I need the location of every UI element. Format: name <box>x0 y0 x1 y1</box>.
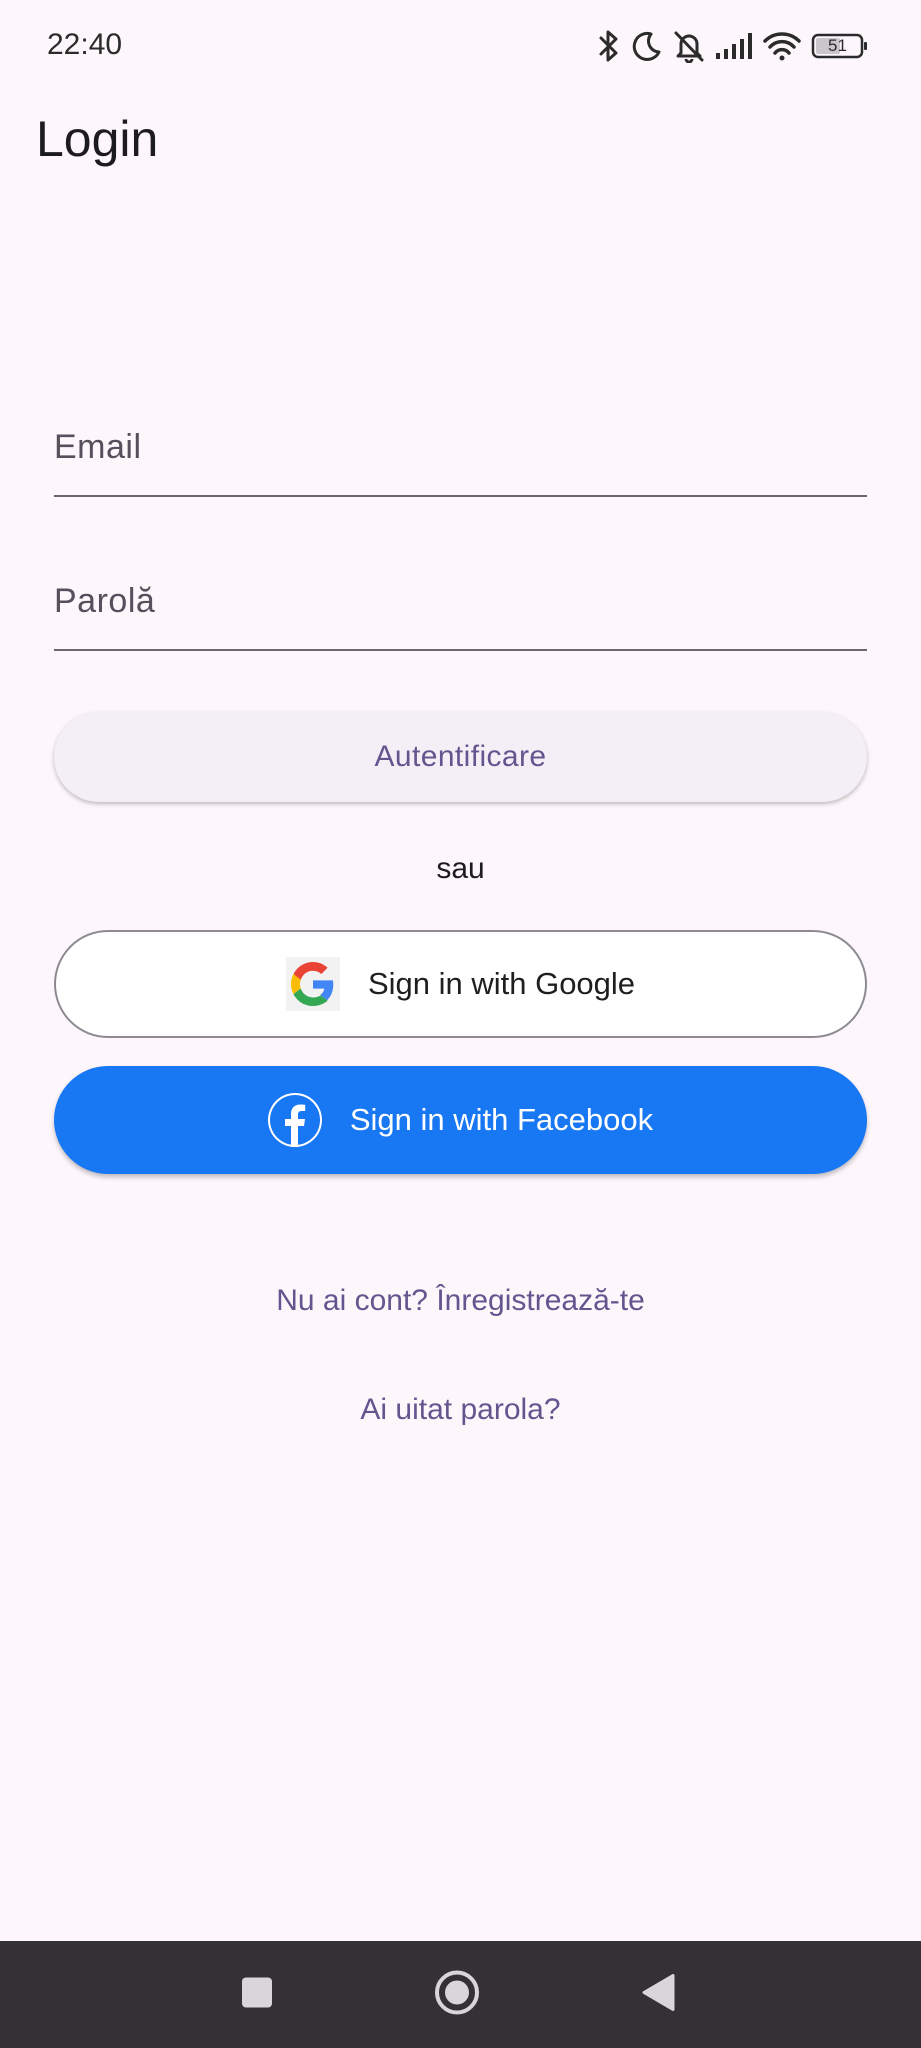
register-link[interactable]: Nu ai cont? Înregistrează-te <box>0 1284 921 1318</box>
bell-off-icon <box>673 29 705 63</box>
back-button[interactable] <box>640 1972 676 2017</box>
login-screen: 22:40 51 Login Email Autentificare sau S… <box>0 0 921 2048</box>
facebook-signin-button[interactable]: Sign in with Facebook <box>54 1066 867 1174</box>
battery-icon: 51 <box>811 32 869 60</box>
google-signin-button[interactable]: Sign in with Google <box>54 930 867 1038</box>
status-icons: 51 <box>597 26 869 66</box>
home-icon <box>433 1968 481 2021</box>
login-button[interactable]: Autentificare <box>54 712 867 802</box>
wifi-icon <box>763 31 801 61</box>
forgot-password-link[interactable]: Ai uitat parola? <box>0 1393 921 1427</box>
google-icon <box>285 957 340 1011</box>
signal-icon <box>715 32 753 60</box>
facebook-icon <box>267 1093 322 1147</box>
home-button[interactable] <box>433 1968 481 2021</box>
email-input[interactable] <box>54 419 867 475</box>
back-icon <box>640 1972 676 2017</box>
recents-button[interactable] <box>240 1975 274 2014</box>
or-divider-text: sau <box>436 852 485 885</box>
facebook-signin-label: Sign in with Facebook <box>349 1102 654 1137</box>
google-signin-label: Sign in with Google <box>367 966 636 1001</box>
status-bar: 22:40 51 <box>0 0 921 92</box>
page-title: Login <box>36 111 159 167</box>
bluetooth-icon <box>597 29 621 63</box>
battery-level: 51 <box>828 36 847 55</box>
password-field[interactable] <box>54 549 867 651</box>
recents-icon <box>240 1975 274 2014</box>
password-input[interactable] <box>54 573 867 629</box>
status-time: 22:40 <box>47 28 123 61</box>
email-field[interactable] <box>54 395 867 497</box>
moon-icon <box>631 30 663 62</box>
navigation-bar <box>0 1941 921 2048</box>
